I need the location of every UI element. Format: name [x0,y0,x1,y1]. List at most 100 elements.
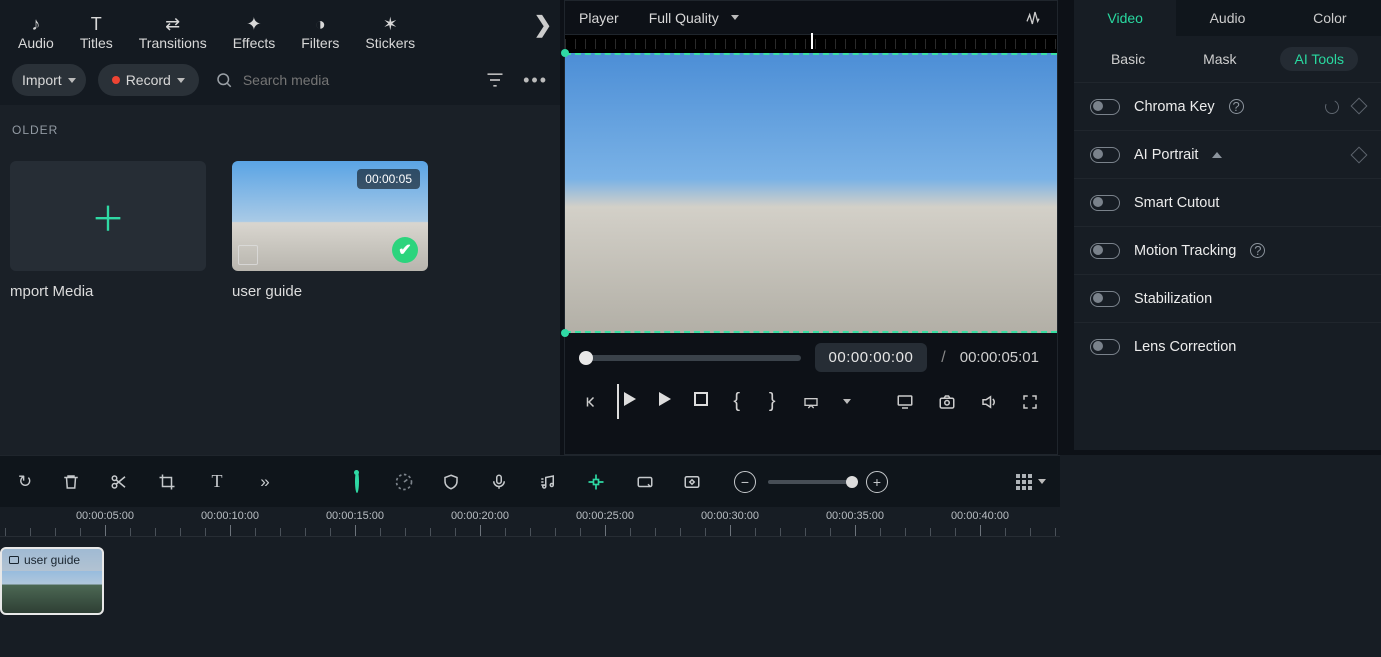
aspect-ratio-icon[interactable] [801,394,821,410]
keyframe-icon[interactable] [1351,97,1368,114]
tool-motion-tracking[interactable]: Motion Tracking ? [1074,226,1381,274]
play-from-start-icon[interactable] [623,392,637,411]
play-icon[interactable] [659,392,673,411]
zoom-slider[interactable] [768,480,854,484]
timeline-ruler[interactable]: 00:00:05:0000:00:10:0000:00:15:0000:00:2… [0,507,1060,537]
stop-icon[interactable] [694,392,708,411]
music-track-icon[interactable] [538,473,560,491]
toggle-switch[interactable] [1090,147,1120,163]
zoom-out-button[interactable]: − [734,471,756,493]
properties-sub-tabs: Basic Mask AI Tools [1074,36,1381,82]
search-input[interactable] [243,72,403,88]
prop-tab-audio[interactable]: Audio [1176,0,1278,36]
tab-filters[interactable]: ◑ Filters [301,15,339,51]
quality-label: Full Quality [649,10,719,26]
prop-tab-video[interactable]: Video [1074,0,1176,36]
split-icon[interactable] [110,473,132,491]
import-media-card[interactable]: ＋ mport Media [10,161,206,300]
volume-icon[interactable] [979,393,999,411]
card-label: mport Media [10,283,206,300]
mic-icon[interactable] [490,472,512,492]
delete-icon[interactable] [62,473,84,491]
preview-playhead[interactable] [811,33,813,49]
more-tools-icon[interactable]: » [254,472,276,492]
timeline[interactable]: 00:00:05:0000:00:10:0000:00:15:0000:00:2… [0,507,1060,657]
quality-dropdown[interactable]: Full Quality [649,10,739,26]
more-tabs-arrow-icon[interactable]: ❯ [534,12,552,38]
more-options-icon[interactable]: ••• [523,70,548,91]
import-label: Import [22,72,62,88]
scrub-bar[interactable] [583,355,801,361]
timeline-view-menu[interactable] [1016,474,1046,490]
card-label: user guide [232,283,428,300]
tool-lens-correction[interactable]: Lens Correction [1074,322,1381,370]
tool-smart-cutout[interactable]: Smart Cutout [1074,178,1381,226]
ai-assistant-icon[interactable] [346,472,368,492]
right-filler [1060,455,1381,657]
help-icon[interactable]: ? [1229,99,1244,114]
toggle-switch[interactable] [1090,291,1120,307]
ruler-label: 00:00:35:00 [826,510,884,522]
clip-thumbnail[interactable]: 00:00:05 ✔ [232,161,428,271]
tab-audio[interactable]: ♪ Audio [18,15,54,51]
filter-icon[interactable] [485,70,505,90]
zoom-in-button[interactable]: + [866,471,888,493]
ruler-label: 00:00:20:00 [451,510,509,522]
toggle-switch[interactable] [1090,243,1120,259]
timeline-track[interactable]: user guide [0,537,1060,637]
tool-stabilization[interactable]: Stabilization [1074,274,1381,322]
fullscreen-icon[interactable] [1021,393,1039,411]
display-icon[interactable] [895,393,915,411]
media-clip-card[interactable]: 00:00:05 ✔ user guide [232,161,428,300]
total-time: 00:00:05:01 [960,349,1039,366]
tool-ai-portrait[interactable]: AI Portrait [1074,130,1381,178]
help-icon[interactable]: ? [1250,243,1265,258]
search-media[interactable] [215,71,403,89]
toggle-switch[interactable] [1090,195,1120,211]
subtab-mask[interactable]: Mask [1189,47,1250,71]
prev-frame-icon[interactable] [583,393,601,411]
reset-icon[interactable] [1323,98,1341,116]
chevron-down-icon [1038,479,1046,484]
toggle-switch[interactable] [1090,339,1120,355]
timeline-clip[interactable]: user guide [0,547,104,615]
search-icon [215,71,233,89]
mark-out-icon[interactable]: } [766,390,780,413]
marker-icon[interactable] [586,472,608,492]
crop-icon[interactable] [158,473,180,491]
filmstrip-icon [238,245,258,265]
record-label: Record [126,72,171,88]
scrub-thumb[interactable] [579,351,593,365]
waveform-icon[interactable] [1023,10,1043,26]
stickers-icon: ✶ [383,15,398,33]
snapshot-icon[interactable] [937,393,957,411]
tool-label: Stabilization [1134,291,1212,307]
prop-tab-color[interactable]: Color [1279,0,1381,36]
chevron-down-icon[interactable] [843,399,851,404]
render-icon[interactable] [634,473,656,491]
resize-handle-bl[interactable] [561,329,569,337]
keyframe-panel-icon[interactable] [682,473,704,491]
tab-effects[interactable]: ✦ Effects [233,15,276,51]
import-media-thumb[interactable]: ＋ [10,161,206,271]
text-icon[interactable]: T [206,471,228,492]
import-button[interactable]: Import [12,64,86,96]
tool-chroma-key[interactable]: Chroma Key ? [1074,82,1381,130]
transitions-icon: ⇄ [165,15,180,33]
resize-handle-tl[interactable] [561,49,569,57]
mark-in-icon[interactable]: { [730,390,744,413]
keyframe-icon[interactable] [1351,146,1368,163]
record-button[interactable]: Record [98,64,199,96]
subtab-ai-tools[interactable]: AI Tools [1280,47,1358,71]
subtab-basic[interactable]: Basic [1097,47,1159,71]
shield-icon[interactable] [442,472,464,492]
expand-up-icon[interactable] [1212,152,1222,158]
redo-icon[interactable]: ↻ [14,472,36,492]
toggle-switch[interactable] [1090,99,1120,115]
tab-titles[interactable]: T Titles [80,15,113,51]
preview-canvas[interactable] [565,35,1057,333]
current-time: 00:00:00:00 [815,343,928,372]
speed-icon[interactable] [394,472,416,492]
tab-transitions[interactable]: ⇄ Transitions [139,15,207,51]
tab-stickers[interactable]: ✶ Stickers [365,15,415,51]
